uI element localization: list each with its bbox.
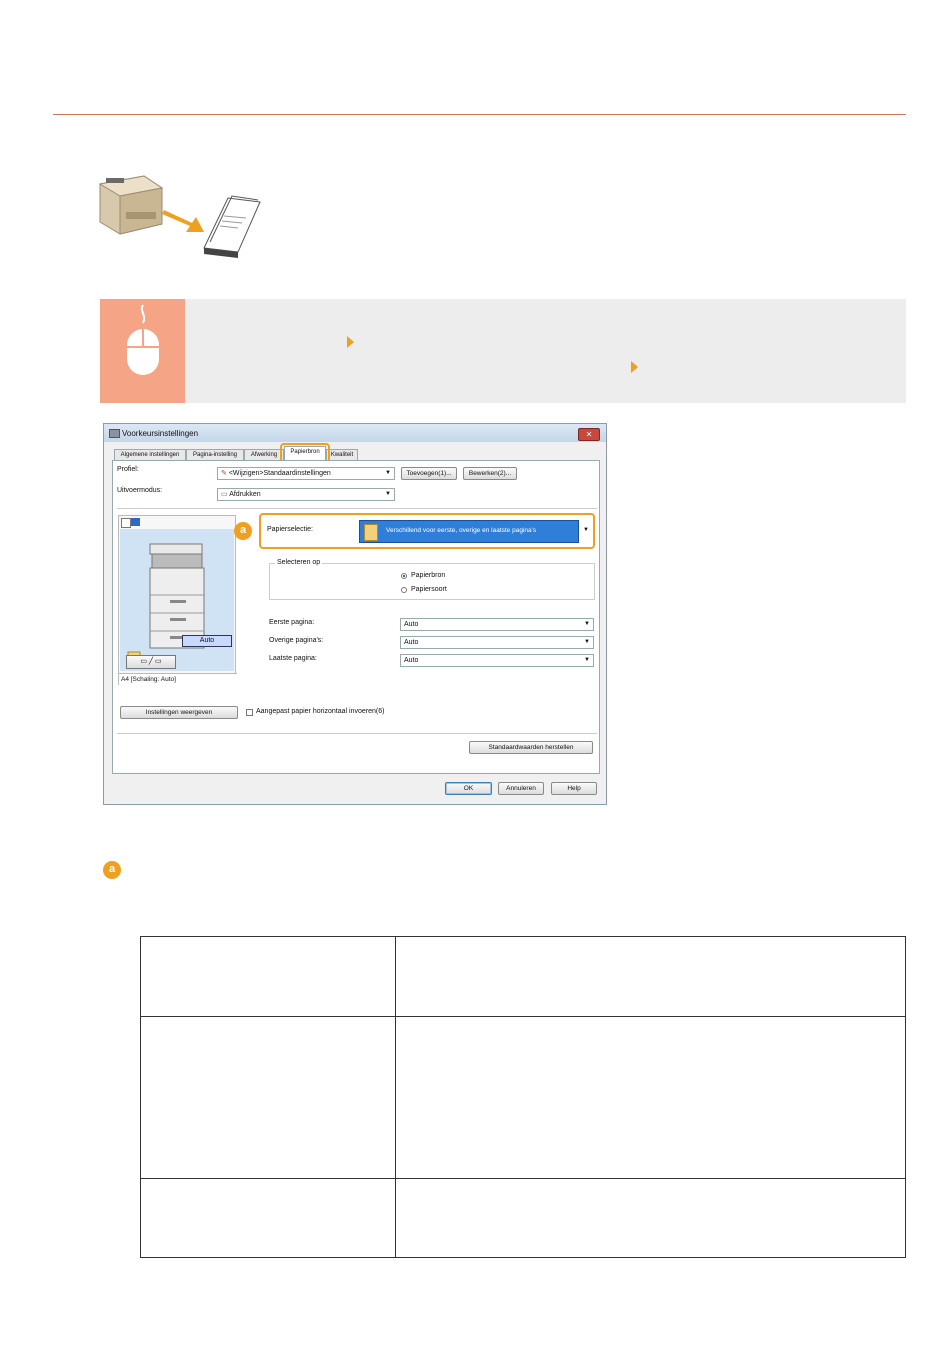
other-pages-select[interactable]: Auto ▼	[400, 636, 594, 649]
edit-profile-button[interactable]: Bewerken(2)...	[463, 467, 517, 480]
restore-defaults-button[interactable]: Standaardwaarden herstellen	[469, 741, 593, 754]
callout-badge-a: a	[103, 861, 121, 879]
profile-label: Profiel:	[117, 466, 139, 473]
radio-paper-type[interactable]	[401, 587, 407, 593]
callout-badge: a	[234, 522, 252, 540]
tab-page-setup[interactable]: Pagina-instelling	[186, 449, 244, 460]
dialog-title-bar: Voorkeursinstellingen ✕	[104, 424, 606, 442]
dialog-title: Voorkeursinstellingen	[122, 429, 199, 438]
instruction-banner	[100, 299, 906, 403]
help-button[interactable]: Help	[551, 782, 597, 795]
select-by-label: Selecteren op	[275, 559, 323, 566]
view-settings-button[interactable]: Instellingen weergeven	[120, 706, 238, 719]
chevron-down-icon: ▼	[584, 639, 590, 645]
output-mode-select[interactable]: ▭ Afdrukken ▼	[217, 488, 395, 501]
radio-paper-source-label: Papierbron	[411, 572, 446, 579]
options-table	[140, 936, 906, 1258]
header-rule	[53, 114, 906, 115]
printer-preview	[120, 529, 234, 671]
chevron-down-icon: ▼	[584, 621, 590, 627]
mouse-icon	[100, 299, 185, 403]
first-page-label: Eerste pagina:	[269, 619, 315, 626]
paper-selection-label: Papierselectie:	[267, 526, 313, 533]
print-preview-icon[interactable]	[131, 518, 140, 526]
tab-finishing[interactable]: Afwerking	[244, 449, 284, 460]
select-by-group	[269, 563, 595, 600]
arrow-right-icon	[631, 361, 638, 373]
chevron-down-icon: ▼	[385, 491, 391, 497]
table-row	[141, 1017, 905, 1178]
ok-button[interactable]: OK	[445, 782, 492, 795]
radio-paper-type-label: Papiersoort	[411, 586, 447, 593]
other-pages-label: Overige pagina's:	[269, 637, 324, 644]
mirror-checkbox[interactable]	[246, 709, 253, 716]
preferences-dialog: Voorkeursinstellingen ✕ Algemene instell…	[103, 423, 607, 805]
divider	[117, 508, 597, 509]
output-mode-label: Uitvoermodus:	[117, 487, 163, 494]
arrow-right-icon	[347, 336, 354, 348]
chevron-down-icon[interactable]: ▼	[583, 527, 589, 533]
add-profile-button[interactable]: Toevoegen(1)...	[401, 467, 457, 480]
view-toggle-icon[interactable]	[121, 518, 131, 528]
pencil-icon: ✎	[221, 470, 227, 477]
profile-select[interactable]: ✎ <Wijzigen>Standaardinstellingen ▼	[217, 467, 395, 480]
orientation-toggle-button[interactable]: ▭ ╱ ▭	[126, 655, 176, 669]
radio-paper-source[interactable]	[401, 573, 407, 579]
last-page-select[interactable]: Auto ▼	[400, 654, 594, 667]
printer-output-icon	[92, 168, 267, 263]
table-row	[141, 937, 905, 1016]
paper-selection-select[interactable]: Verschillend voor eerste, overige en laa…	[359, 520, 579, 543]
table-row	[141, 1179, 905, 1257]
last-page-label: Laatste pagina:	[269, 655, 317, 662]
paper-source-auto[interactable]: Auto	[182, 635, 232, 647]
printer-icon	[109, 429, 120, 438]
tab-quality[interactable]: Kwaliteit	[326, 449, 358, 460]
preview-caption: A4 [Schaling: Auto]	[119, 673, 237, 685]
paper-stack-icon	[364, 524, 378, 541]
paper-selection-value: Verschillend voor eerste, overige en laa…	[386, 527, 537, 534]
tab-general[interactable]: Algemene instellingen	[114, 449, 186, 460]
mirror-checkbox-label: Aangepast papier horizontaal invoeren(6)	[256, 708, 385, 715]
close-button[interactable]: ✕	[578, 428, 600, 441]
printer-small-icon: ▭	[221, 491, 228, 498]
tab-panel: Profiel: ✎ <Wijzigen>Standaardinstelling…	[112, 460, 600, 774]
chevron-down-icon: ▼	[584, 657, 590, 663]
divider	[117, 733, 597, 734]
first-page-select[interactable]: Auto ▼	[400, 618, 594, 631]
preview-panel: Auto ▭ ╱ ▭ A4 [Schaling: Auto]	[118, 515, 237, 685]
cancel-button[interactable]: Annuleren	[498, 782, 544, 795]
chevron-down-icon: ▼	[385, 470, 391, 476]
